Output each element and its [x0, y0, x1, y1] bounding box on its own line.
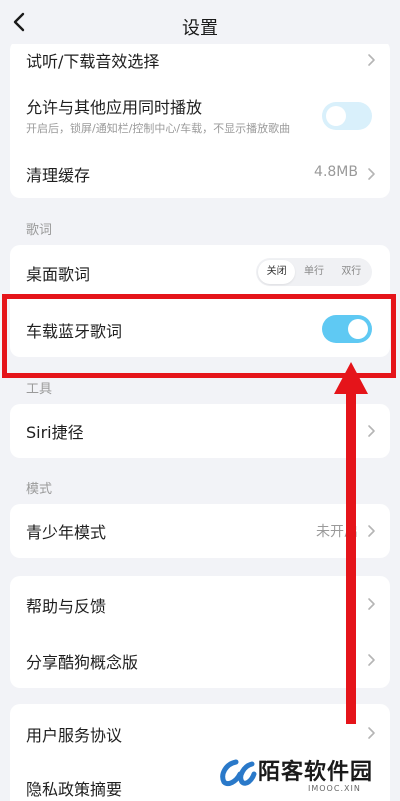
cache-size-value: 4.8MB: [314, 164, 358, 180]
tools-section-title: 工具: [26, 382, 53, 397]
mix-play-label: 允许与其他应用同时播放: [26, 98, 203, 117]
mix-play-description: 开启后，锁屏/通知栏/控制中心/车载，不显示播放歌曲: [26, 122, 291, 135]
teen-mode-row[interactable]: 青少年模式 未开启: [10, 504, 390, 558]
lyrics-section-title: 歌词: [26, 223, 53, 238]
nav-header: 设置: [0, 0, 400, 44]
clear-cache-label: 清理缓存: [26, 166, 91, 185]
privacy-summary-label: 隐私政策摘要: [26, 780, 123, 799]
sound-effect-row[interactable]: 试听/下载音效选择: [10, 40, 390, 78]
teen-mode-status: 未开启: [316, 524, 358, 540]
share-app-label: 分享酷狗概念版: [26, 653, 139, 672]
desktop-lyrics-option-single[interactable]: 单行: [295, 260, 332, 284]
teen-mode-label: 青少年模式: [26, 523, 107, 542]
desktop-lyrics-segmented: 关闭 单行 双行: [256, 258, 372, 286]
chevron-right-icon: [368, 425, 375, 437]
desktop-lyrics-row: 桌面歌词 关闭 单行 双行: [10, 245, 390, 299]
help-feedback-label: 帮助与反馈: [26, 597, 107, 616]
chevron-right-icon: [368, 54, 375, 66]
page-title: 设置: [182, 18, 218, 39]
user-agreement-label: 用户服务协议: [26, 726, 123, 745]
chevron-right-icon: [368, 168, 375, 180]
watermark-name: 陌客软件园: [258, 759, 374, 785]
siri-shortcut-label: Siri捷径: [26, 423, 84, 442]
mix-play-row: 允许与其他应用同时播放 开启后，锁屏/通知栏/控制中心/车载，不显示播放歌曲: [10, 88, 390, 144]
chevron-right-icon: [368, 525, 375, 537]
mix-play-toggle[interactable]: [322, 102, 372, 130]
watermark: 陌客软件园 IMOOC.XIN: [216, 750, 400, 801]
watermark-logo-icon: [220, 759, 257, 787]
share-app-row[interactable]: 分享酷狗概念版: [10, 632, 390, 688]
help-card: 帮助与反馈 分享酷狗概念版: [10, 576, 390, 688]
help-feedback-row[interactable]: 帮助与反馈: [10, 576, 390, 632]
chevron-right-icon: [368, 598, 375, 610]
tools-card: Siri捷径: [10, 404, 390, 458]
desktop-lyrics-label: 桌面歌词: [26, 265, 91, 284]
chevron-right-icon: [368, 727, 375, 739]
toggle-knob: [326, 106, 346, 126]
clear-cache-row[interactable]: 清理缓存 4.8MB: [10, 150, 390, 198]
sound-effect-label: 试听/下载音效选择: [26, 52, 160, 71]
desktop-lyrics-option-double[interactable]: 双行: [333, 260, 370, 284]
chevron-right-icon: [368, 654, 375, 666]
playback-settings-card: 试听/下载音效选择 允许与其他应用同时播放 开启后，锁屏/通知栏/控制中心/车载…: [10, 40, 390, 198]
watermark-domain: IMOOC.XIN: [308, 784, 361, 793]
mode-card: 青少年模式 未开启: [10, 504, 390, 558]
mode-section-title: 模式: [26, 482, 53, 497]
highlight-box: [2, 294, 396, 378]
desktop-lyrics-option-off[interactable]: 关闭: [258, 260, 296, 284]
siri-shortcut-row[interactable]: Siri捷径: [10, 404, 390, 458]
